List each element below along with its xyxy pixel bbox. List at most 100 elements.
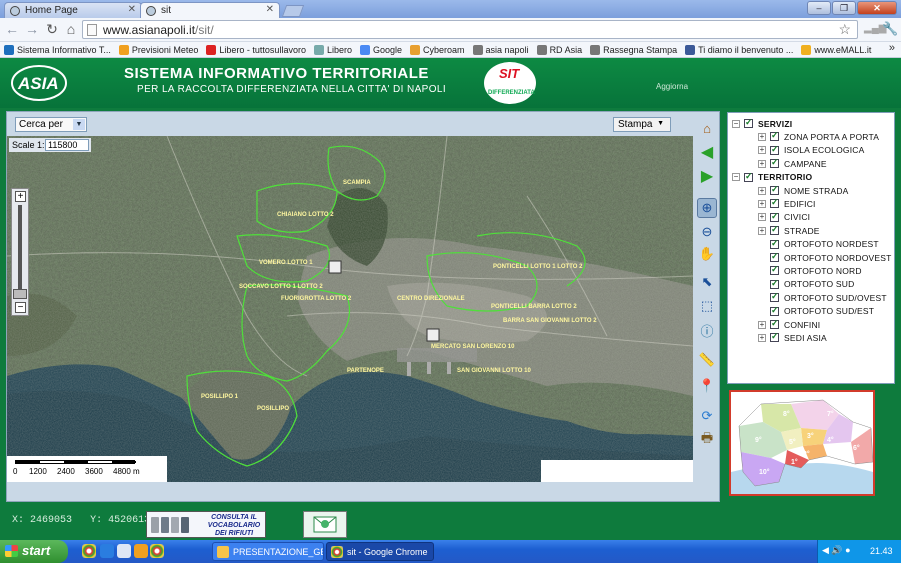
close-tab-icon[interactable]: ✕ (266, 4, 274, 15)
zoom-knob[interactable] (13, 289, 27, 299)
layer-item[interactable]: + ZONA PORTA A PORTA (758, 130, 879, 142)
zoom-plus-button[interactable]: + (15, 191, 26, 202)
bookmark-item[interactable]: Google (359, 44, 402, 55)
tab-home-page[interactable]: Home Page ✕ (4, 2, 142, 18)
collapse-icon[interactable]: − (732, 173, 740, 182)
forward-arrow-icon[interactable]: → (24, 21, 40, 37)
zoom-minus-button[interactable]: − (15, 302, 26, 313)
layer-checkbox[interactable] (770, 264, 779, 276)
expand-icon[interactable]: + (758, 333, 766, 342)
address-bar[interactable]: www.asianapoli.it/sit/ ☆ (82, 20, 858, 39)
layer-item[interactable]: + STRADE (758, 224, 820, 236)
layer-checkbox[interactable] (770, 211, 779, 222)
layer-checkbox[interactable] (770, 331, 779, 343)
search-by-select[interactable]: Cerca per ▼ (15, 117, 87, 132)
bookmark-item[interactable]: Libero - tuttosullavoro (206, 44, 306, 55)
layer-item[interactable]: ORTOFOTO SUD (758, 278, 854, 290)
scale-input[interactable] (45, 139, 89, 151)
chrome-icon[interactable] (150, 544, 164, 558)
layer-checkbox[interactable] (770, 144, 779, 155)
layer-item[interactable]: + NOME STRADA (758, 184, 849, 196)
layer-item[interactable]: + CONFINI (758, 318, 820, 330)
bookmark-item[interactable]: Libero (313, 44, 352, 55)
layer-checkbox[interactable] (744, 171, 753, 182)
zoom-slider[interactable]: + − (11, 188, 29, 316)
select-area-tool[interactable]: ⬚ (697, 296, 717, 316)
layer-checkbox[interactable] (770, 157, 779, 169)
email-button[interactable] (303, 511, 347, 538)
wrench-icon[interactable]: 🔧 (882, 21, 898, 37)
expand-icon[interactable]: + (758, 320, 766, 329)
bookmark-item[interactable]: asia napoli (472, 44, 529, 55)
back-tool[interactable]: ◀ (697, 142, 717, 162)
expand-icon[interactable]: + (758, 159, 766, 168)
expand-icon[interactable]: + (758, 146, 766, 155)
layer-item[interactable]: + CAMPANE (758, 157, 827, 169)
layer-item[interactable]: − SERVIZI (732, 117, 792, 129)
maximize-button[interactable]: ❐ (832, 1, 856, 15)
bookmarks-more-button[interactable]: » (889, 42, 895, 54)
chrome-icon[interactable] (82, 544, 96, 558)
bookmark-item[interactable]: Previsioni Meteo (118, 44, 198, 55)
task-chrome[interactable]: sit - Google Chrome (326, 542, 434, 561)
layer-item[interactable]: + SEDI ASIA (758, 331, 827, 343)
print-select[interactable]: Stampa ▼ (613, 117, 671, 132)
reload-icon[interactable]: ↻ (44, 21, 60, 37)
layer-item[interactable]: + ISOLA ECOLOGICA (758, 144, 864, 156)
expand-icon[interactable]: + (758, 186, 766, 195)
expand-icon[interactable]: + (758, 199, 766, 208)
layer-checkbox[interactable] (744, 117, 753, 128)
bookmark-item[interactable]: www.eMALL.it (801, 44, 871, 55)
waste-vocabulary-button[interactable]: CONSULTA IL VOCABOLARIO DEI RIFIUTI (146, 511, 266, 538)
layer-checkbox[interactable] (770, 291, 779, 303)
layer-checkbox[interactable] (770, 184, 779, 195)
layer-checkbox[interactable] (770, 238, 779, 249)
back-arrow-icon[interactable]: ← (4, 21, 20, 37)
layer-item[interactable]: + CIVICI (758, 211, 810, 223)
layer-item[interactable]: + EDIFICI (758, 197, 816, 209)
ie-icon[interactable] (100, 544, 114, 558)
locate-tool[interactable]: 📍 (697, 376, 717, 396)
layer-checkbox[interactable] (770, 197, 779, 209)
bookmark-item[interactable]: Ti diamo il benvenuto ... (685, 44, 793, 55)
media-icon[interactable] (134, 544, 148, 558)
home-tool[interactable]: ⌂ (697, 118, 717, 138)
minimize-button[interactable]: – (807, 1, 831, 15)
layer-checkbox[interactable] (770, 130, 779, 142)
close-window-button[interactable]: ✕ (857, 1, 897, 15)
collapse-icon[interactable]: − (732, 119, 740, 128)
expand-icon[interactable]: + (758, 132, 766, 141)
update-link[interactable]: Aggiorna (656, 82, 688, 91)
refresh-tool[interactable]: ⟳ (697, 406, 717, 426)
layer-checkbox[interactable] (770, 318, 779, 329)
pan-tool[interactable]: ✋ (697, 244, 717, 264)
layer-checkbox[interactable] (770, 251, 779, 262)
district-minimap[interactable]: 7° 8° 3° 4° 5° 9° 2° 6° 1° 10° (729, 390, 875, 496)
start-button[interactable]: start (0, 540, 68, 563)
layer-item[interactable]: ORTOFOTO NORDEST (758, 238, 879, 250)
bookmark-star-icon[interactable]: ☆ (838, 21, 851, 38)
bookmark-item[interactable]: Cyberoam (410, 44, 465, 55)
bookmark-item[interactable]: Rassegna Stampa (590, 44, 677, 55)
expand-icon[interactable]: + (758, 226, 766, 235)
layer-checkbox[interactable] (770, 305, 779, 316)
zoom-out-tool[interactable]: ⊖ (697, 222, 717, 242)
layer-item[interactable]: ORTOFOTO NORDOVEST (758, 251, 892, 263)
layer-checkbox[interactable] (770, 278, 779, 289)
tab-sit[interactable]: sit ✕ (140, 2, 280, 18)
expand-icon[interactable]: + (758, 213, 766, 222)
bookmark-item[interactable]: RD Asia (536, 44, 582, 55)
forward-tool[interactable]: ▶ (697, 166, 717, 186)
map-canvas[interactable]: SCAMPIA CHIAIANO LOTTO 2 VOMERO LOTTO 1 … (7, 136, 693, 482)
tray-icons[interactable]: ◀ 🔊 ● (822, 545, 851, 556)
document-icon[interactable] (117, 544, 131, 558)
layer-item[interactable]: ORTOFOTO SUD/OVEST (758, 291, 887, 303)
close-tab-icon[interactable]: ✕ (128, 4, 136, 15)
layer-item[interactable]: − TERRITORIO (732, 171, 812, 183)
bookmark-item[interactable]: Sistema Informativo T... (4, 44, 111, 55)
home-icon[interactable]: ⌂ (63, 21, 79, 37)
new-tab-button[interactable] (281, 5, 305, 17)
layer-item[interactable]: ORTOFOTO NORD (758, 264, 862, 276)
select-tool[interactable]: ⬉ (697, 272, 717, 292)
zoom-track[interactable] (18, 205, 22, 295)
